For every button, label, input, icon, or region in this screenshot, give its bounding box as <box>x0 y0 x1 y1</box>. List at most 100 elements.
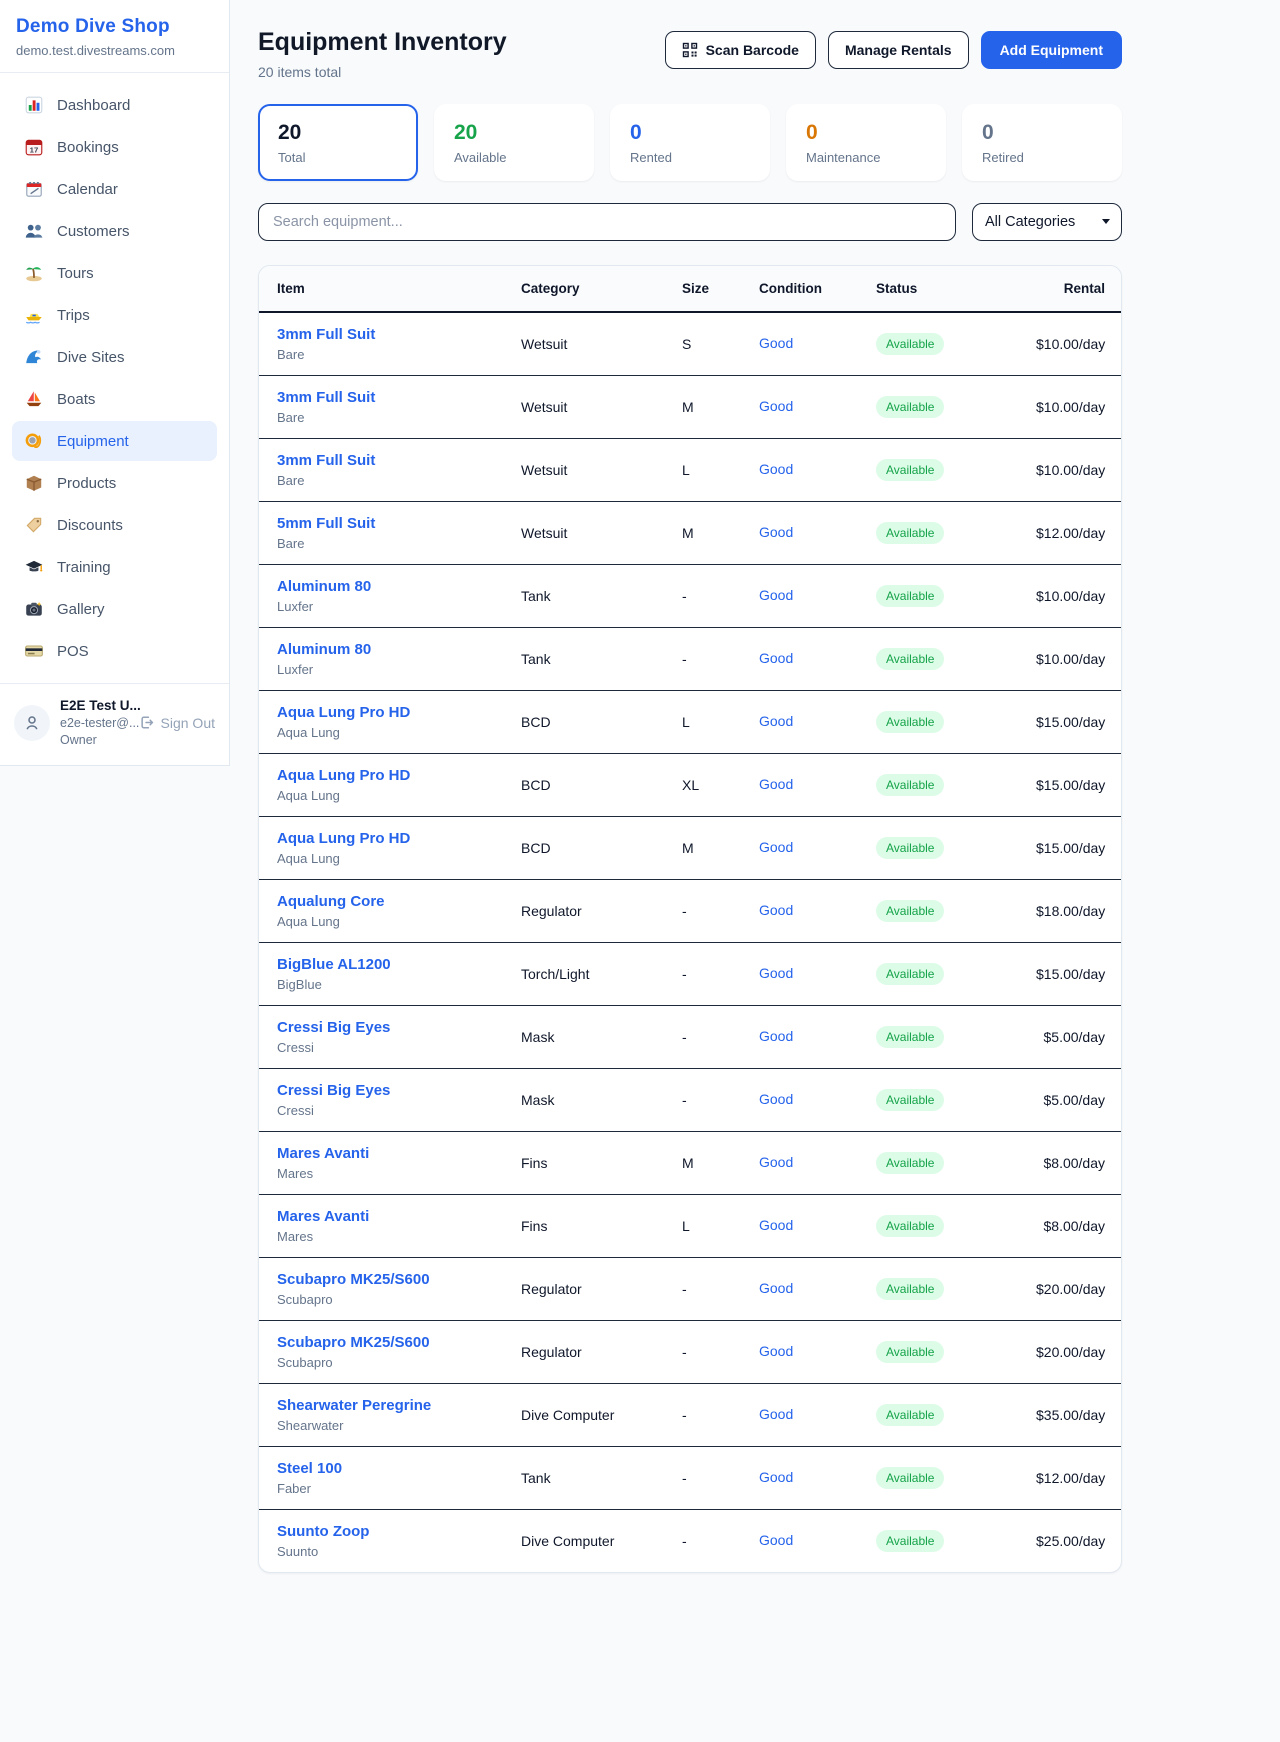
equipment-table: Item Category Size Condition Status Rent… <box>259 266 1121 1572</box>
item-link[interactable]: Aqualung Core <box>277 893 497 910</box>
stat-card-rented[interactable]: 0Rented <box>610 104 770 181</box>
item-link[interactable]: Aluminum 80 <box>277 578 497 595</box>
item-link[interactable]: BigBlue AL1200 <box>277 956 497 973</box>
condition-link[interactable]: Good <box>759 1091 793 1107</box>
item-link[interactable]: Aluminum 80 <box>277 641 497 658</box>
manage-rentals-button[interactable]: Manage Rentals <box>828 31 969 69</box>
item-brand: Bare <box>277 536 497 551</box>
condition-link[interactable]: Good <box>759 1469 793 1485</box>
stat-card-total[interactable]: 20Total <box>258 104 418 181</box>
status-badge: Available <box>876 963 944 985</box>
item-brand: Luxfer <box>277 662 497 677</box>
sidebar-item-bookings[interactable]: 17Bookings <box>12 127 217 167</box>
condition-link[interactable]: Good <box>759 1154 793 1170</box>
island-icon <box>24 263 44 283</box>
condition-link[interactable]: Good <box>759 1028 793 1044</box>
condition-link[interactable]: Good <box>759 398 793 414</box>
sidebar-item-boats[interactable]: Boats <box>12 379 217 419</box>
sidebar-item-equipment[interactable]: Equipment <box>12 421 217 461</box>
condition-link[interactable]: Good <box>759 650 793 666</box>
sidebar-item-dashboard[interactable]: Dashboard <box>12 85 217 125</box>
condition-link[interactable]: Good <box>759 461 793 477</box>
column-header-rental: Rental <box>1024 266 1121 312</box>
condition-link[interactable]: Good <box>759 524 793 540</box>
rental-value: $15.00/day <box>1024 817 1121 880</box>
table-row: 5mm Full SuitBareWetsuitMGoodAvailable$1… <box>259 502 1121 565</box>
status-badge: Available <box>876 333 944 355</box>
status-badge: Available <box>876 1152 944 1174</box>
condition-link[interactable]: Good <box>759 1406 793 1422</box>
rental-value: $20.00/day <box>1024 1258 1121 1321</box>
table-row: Aqualung CoreAqua LungRegulator-GoodAvai… <box>259 880 1121 943</box>
item-brand: Cressi <box>277 1103 497 1118</box>
sailboat-icon <box>24 389 44 409</box>
search-input[interactable] <box>258 203 956 241</box>
item-brand: Shearwater <box>277 1418 497 1433</box>
sidebar-item-label: POS <box>57 643 89 660</box>
size-cell: M <box>670 1132 747 1195</box>
bar-chart-icon <box>24 95 44 115</box>
item-link[interactable]: Aqua Lung Pro HD <box>277 767 497 784</box>
condition-link[interactable]: Good <box>759 587 793 603</box>
item-link[interactable]: 3mm Full Suit <box>277 389 497 406</box>
stat-card-retired[interactable]: 0Retired <box>962 104 1122 181</box>
sidebar-item-products[interactable]: Products <box>12 463 217 503</box>
item-link[interactable]: Shearwater Peregrine <box>277 1397 497 1414</box>
item-link[interactable]: Mares Avanti <box>277 1208 497 1225</box>
item-link[interactable]: Cressi Big Eyes <box>277 1019 497 1036</box>
category-cell: Regulator <box>509 1258 670 1321</box>
item-brand: Suunto <box>277 1544 497 1559</box>
item-link[interactable]: 3mm Full Suit <box>277 452 497 469</box>
stats-row: 20Total20Available0Rented0Maintenance0Re… <box>258 104 1122 181</box>
category-cell: Wetsuit <box>509 439 670 502</box>
item-link[interactable]: Aqua Lung Pro HD <box>277 704 497 721</box>
stat-card-maintenance[interactable]: 0Maintenance <box>786 104 946 181</box>
sidebar-item-training[interactable]: Training <box>12 547 217 587</box>
add-equipment-button[interactable]: Add Equipment <box>981 31 1122 69</box>
item-link[interactable]: Suunto Zoop <box>277 1523 497 1540</box>
condition-link[interactable]: Good <box>759 902 793 918</box>
stat-value: 0 <box>806 121 926 145</box>
stat-card-available[interactable]: 20Available <box>434 104 594 181</box>
condition-link[interactable]: Good <box>759 335 793 351</box>
sidebar-item-customers[interactable]: Customers <box>12 211 217 251</box>
sign-out-button[interactable]: Sign Out <box>138 714 215 731</box>
condition-link[interactable]: Good <box>759 713 793 729</box>
condition-link[interactable]: Good <box>759 1343 793 1359</box>
sidebar-item-tours[interactable]: Tours <box>12 253 217 293</box>
size-cell: - <box>670 565 747 628</box>
item-link[interactable]: Cressi Big Eyes <box>277 1082 497 1099</box>
condition-link[interactable]: Good <box>759 1532 793 1548</box>
sidebar-item-divesites[interactable]: Dive Sites <box>12 337 217 377</box>
item-link[interactable]: Mares Avanti <box>277 1145 497 1162</box>
item-brand: BigBlue <box>277 977 497 992</box>
condition-link[interactable]: Good <box>759 965 793 981</box>
sidebar-item-gallery[interactable]: Gallery <box>12 589 217 629</box>
item-link[interactable]: Aqua Lung Pro HD <box>277 830 497 847</box>
condition-link[interactable]: Good <box>759 839 793 855</box>
category-select[interactable]: All Categories <box>972 203 1122 241</box>
condition-link[interactable]: Good <box>759 1217 793 1233</box>
svg-text:17: 17 <box>30 146 39 155</box>
sidebar-item-pos[interactable]: POS <box>12 631 217 671</box>
scan-barcode-button[interactable]: Scan Barcode <box>665 31 816 69</box>
condition-link[interactable]: Good <box>759 776 793 792</box>
category-cell: Mask <box>509 1069 670 1132</box>
size-cell: S <box>670 312 747 376</box>
status-badge: Available <box>876 1467 944 1489</box>
item-link[interactable]: 5mm Full Suit <box>277 515 497 532</box>
sidebar-item-trips[interactable]: Trips <box>12 295 217 335</box>
sidebar-item-discounts[interactable]: Discounts <box>12 505 217 545</box>
sidebar-item-calendar[interactable]: Calendar <box>12 169 217 209</box>
item-link[interactable]: Scubapro MK25/S600 <box>277 1271 497 1288</box>
category-cell: Tank <box>509 565 670 628</box>
rental-value: $10.00/day <box>1024 376 1121 439</box>
item-link[interactable]: 3mm Full Suit <box>277 326 497 343</box>
column-header-status: Status <box>864 266 1024 312</box>
status-badge: Available <box>876 1026 944 1048</box>
item-link[interactable]: Scubapro MK25/S600 <box>277 1334 497 1351</box>
status-badge: Available <box>876 648 944 670</box>
item-link[interactable]: Steel 100 <box>277 1460 497 1477</box>
condition-link[interactable]: Good <box>759 1280 793 1296</box>
status-badge: Available <box>876 522 944 544</box>
